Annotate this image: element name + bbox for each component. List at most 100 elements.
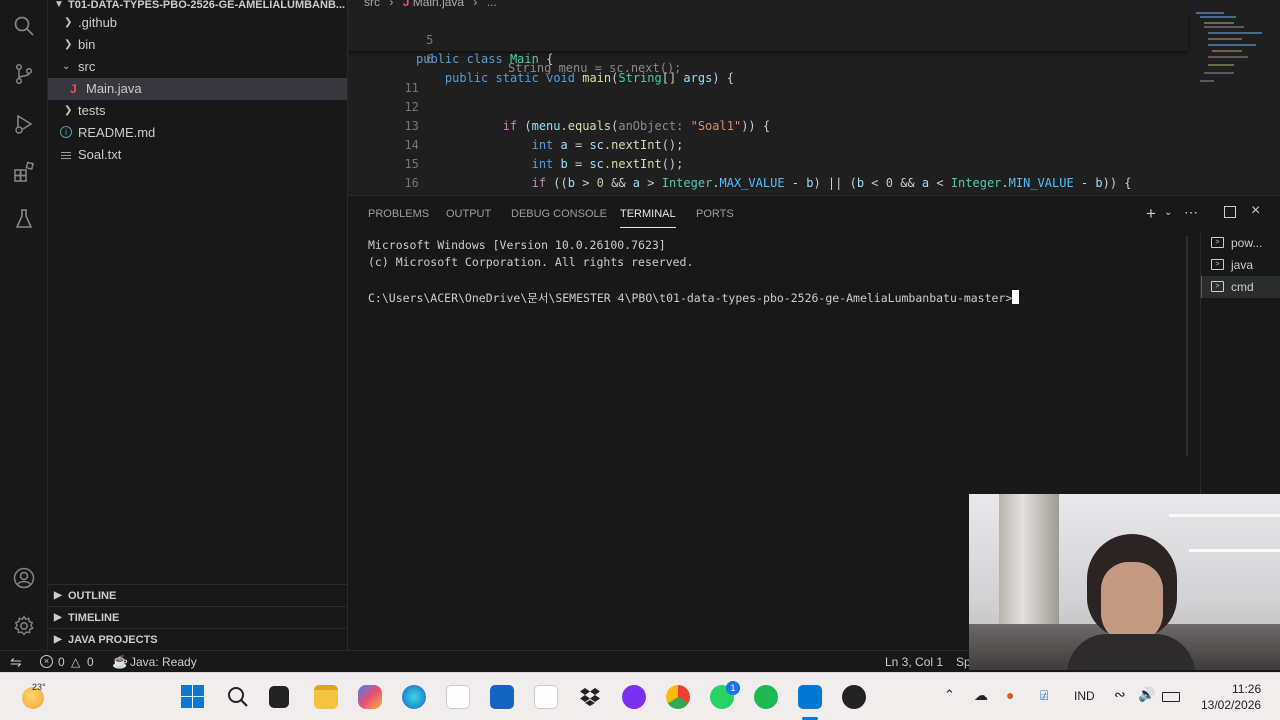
tab-output[interactable]: OUTPUT: [446, 208, 491, 220]
terminal-scrollbar[interactable]: [1186, 236, 1188, 456]
task-view-icon[interactable]: [269, 686, 289, 708]
tree-item-label: Soal.txt: [78, 147, 122, 162]
clock-date[interactable]: 13/02/2026: [1201, 698, 1261, 712]
testing-icon[interactable]: [12, 207, 36, 231]
code-line: 12 if (menu.equals(anObject: "Soal1")) {: [348, 79, 1280, 133]
tree-item-tests[interactable]: ❯ tests: [48, 100, 347, 122]
store-icon[interactable]: [490, 685, 514, 709]
terminal-name: cmd: [1231, 280, 1254, 294]
chevron-right-icon: ›: [389, 0, 394, 9]
microsoft-store-icon[interactable]: [446, 685, 470, 709]
sticky-scroll: 5 public class Main { 6 public static vo…: [348, 11, 1188, 85]
section-label: OUTLINE: [68, 590, 117, 602]
tree-item-bin[interactable]: ❯ bin: [48, 34, 347, 56]
code-line: 6 public static void main(String[] args)…: [348, 31, 734, 85]
dropbox-icon[interactable]: [578, 685, 602, 709]
add-terminal-icon[interactable]: +: [1146, 204, 1156, 224]
chevron-right-icon: ▶: [54, 612, 62, 623]
chevron-right-icon: ❯: [64, 105, 73, 116]
terminal-prompt[interactable]: C:\Users\ACER\OneDrive\문서\SEMESTER 4\PBO…: [368, 290, 1020, 306]
windows-start-icon[interactable]: [181, 685, 205, 709]
vscode-icon[interactable]: [798, 685, 822, 709]
breadcrumb-more[interactable]: ...: [487, 0, 497, 9]
line-number: 6: [426, 52, 434, 66]
microphone-icon[interactable]: ⍯: [1040, 687, 1048, 704]
tree-item-label: .github: [78, 15, 118, 30]
search-icon[interactable]: [226, 685, 250, 709]
section-label: JAVA PROJECTS: [68, 634, 158, 646]
warning-count[interactable]: 0: [87, 651, 94, 673]
edge-icon[interactable]: [402, 685, 426, 709]
code-line: 17 } else {: [348, 174, 1280, 193]
maximize-icon[interactable]: [1224, 206, 1236, 218]
minimap[interactable]: [1192, 10, 1272, 90]
tree-item-main-java[interactable]: J Main.java: [48, 78, 347, 100]
tab-terminal[interactable]: TERMINAL: [620, 208, 676, 228]
tree-item-github[interactable]: ❯ .github: [48, 12, 347, 34]
error-count[interactable]: 0: [58, 651, 65, 673]
clock-time[interactable]: 11:26: [1232, 682, 1261, 696]
timeline-section[interactable]: ▶ TIMELINE: [48, 606, 347, 628]
chevron-right-icon: ▶: [54, 590, 62, 601]
code-line: 16 System.out.println(x: "OVERFLOW");: [348, 155, 1280, 190]
prompt-text: C:\Users\ACER\OneDrive\문서\SEMESTER 4\PBO…: [368, 291, 1013, 305]
search-icon[interactable]: [12, 14, 36, 38]
chevron-up-icon[interactable]: ⌃: [944, 687, 955, 703]
amazon-icon[interactable]: [534, 685, 558, 709]
powershell-icon: >: [1211, 237, 1224, 248]
terminal-cursor: [1012, 290, 1020, 304]
file-explorer-icon[interactable]: [314, 685, 338, 709]
wifi-icon[interactable]: ∾: [1114, 686, 1126, 703]
terminal-item-powershell[interactable]: > pow...: [1201, 232, 1280, 254]
breadcrumb-file[interactable]: Main.java: [413, 0, 464, 9]
code-line: 15 if ((b > 0 && a > Integer.MAX_VALUE -…: [348, 136, 1280, 190]
terminal-item-java[interactable]: > java: [1201, 254, 1280, 276]
onedrive-icon[interactable]: ☁: [974, 687, 988, 704]
tab-problems[interactable]: PROBLEMS: [368, 208, 429, 220]
chevron-right-icon: ❯: [64, 39, 73, 50]
taskbar: 23° 1 ⌃ ☁ ● ⍯ IND ∾ 🔊 11:26 13/02/2026: [0, 672, 1280, 720]
more-actions-icon[interactable]: ⋯: [1184, 204, 1198, 221]
app-icon[interactable]: [842, 685, 866, 709]
info-icon: i: [60, 126, 72, 138]
tab-debug-console[interactable]: DEBUG CONSOLE: [511, 208, 607, 220]
java-status[interactable]: Java: Ready: [130, 651, 197, 673]
remote-icon[interactable]: ⇋: [10, 651, 22, 673]
breadcrumb-src[interactable]: src: [364, 0, 380, 9]
gear-icon[interactable]: [12, 614, 36, 638]
java-status-icon: ☕: [112, 654, 129, 669]
section-label: TIMELINE: [68, 612, 120, 624]
java-projects-section[interactable]: ▶ JAVA PROJECTS: [48, 628, 347, 650]
terminal-item-cmd[interactable]: > cmd: [1201, 276, 1280, 298]
terminal-line: Microsoft Windows [Version 10.0.26100.76…: [368, 238, 666, 252]
extensions-icon[interactable]: [12, 160, 36, 184]
tab-ports[interactable]: PORTS: [696, 208, 734, 220]
tree-item-src[interactable]: ⌄ src: [48, 56, 347, 78]
outline-section[interactable]: ▶ OUTLINE: [48, 584, 347, 606]
run-debug-icon[interactable]: [12, 112, 36, 136]
error-icon[interactable]: ×: [40, 655, 53, 668]
language-indicator[interactable]: IND: [1074, 689, 1095, 703]
chevron-down-icon[interactable]: ⌄: [1164, 207, 1172, 218]
battery-icon[interactable]: [1162, 692, 1180, 702]
close-icon[interactable]: ×: [1251, 202, 1260, 220]
tree-item-readme[interactable]: i README.md: [48, 122, 347, 144]
account-icon[interactable]: [12, 566, 36, 590]
cursor-position[interactable]: Ln 3, Col 1: [885, 651, 943, 673]
github-icon[interactable]: [622, 685, 646, 709]
tree-item-label: bin: [78, 37, 96, 52]
spotify-icon[interactable]: [754, 685, 778, 709]
app-tray-icon[interactable]: ●: [1006, 687, 1014, 703]
copilot-icon[interactable]: [358, 685, 382, 709]
source-control-icon[interactable]: [12, 62, 36, 86]
tree-item-label: tests: [78, 103, 106, 118]
code-editor[interactable]: src › J Main.java › ... String menu = sc…: [348, 0, 1280, 195]
volume-icon[interactable]: 🔊: [1138, 686, 1155, 703]
chrome-icon[interactable]: [666, 685, 690, 709]
text-file-icon: [61, 152, 71, 153]
warning-icon[interactable]: △: [71, 651, 80, 673]
tree-item-soal[interactable]: Soal.txt: [48, 144, 347, 166]
terminal-name: java: [1231, 258, 1254, 272]
notification-badge: 1: [726, 681, 740, 695]
terminal-icon: >: [1211, 259, 1224, 270]
